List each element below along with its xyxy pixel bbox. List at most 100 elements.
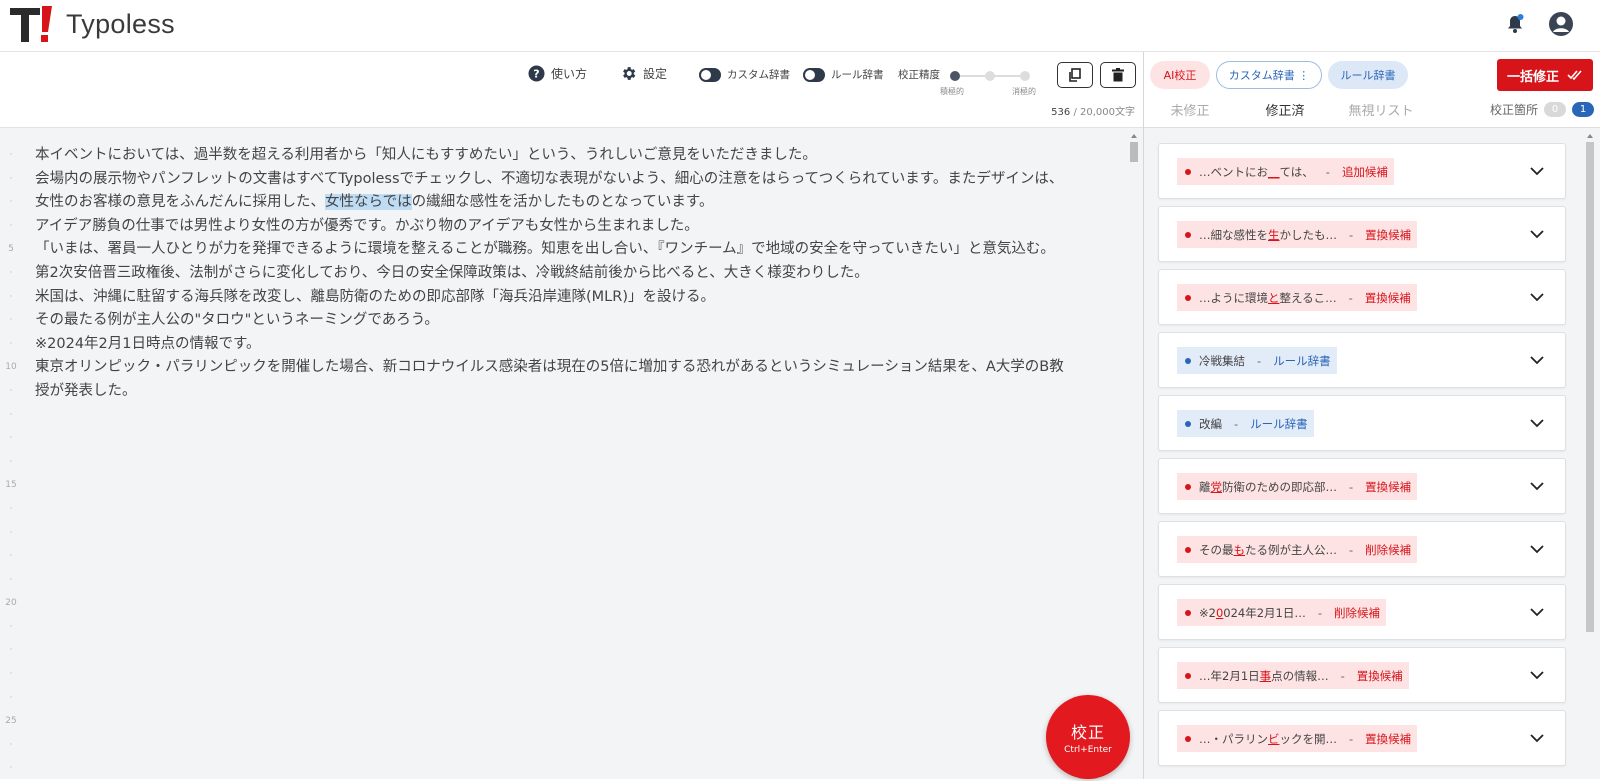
rule-dict-toggle[interactable]: ルール辞書 (803, 67, 884, 82)
line-number: · (9, 503, 13, 514)
context-text: 冷戦集結 (1199, 353, 1245, 368)
chevron-down-icon[interactable] (1529, 226, 1545, 242)
tab-label: 無視リスト (1348, 104, 1414, 119)
chevron-down-icon[interactable] (1529, 730, 1545, 746)
proofread-button[interactable]: 校正 Ctrl+Enter (1046, 695, 1130, 779)
status-dot (1185, 546, 1191, 553)
app-logo[interactable]: Typoless (8, 4, 175, 44)
accuracy-text: 校正精度 (898, 69, 940, 81)
fix-all-button[interactable]: 一括修正 (1497, 59, 1593, 91)
text-line[interactable]: 米国は、沖縄に駐留する海兵隊を改変し、離島防衛のための即応部隊「海兵沿岸連隊(M… (35, 286, 1115, 310)
scroll-thumb[interactable] (1586, 142, 1594, 632)
rule-dict-filter[interactable]: ルール辞書 (1328, 61, 1408, 89)
help-button[interactable]: ? 使い方 (528, 65, 587, 82)
scroll-up-arrow[interactable] (1131, 134, 1137, 138)
separator: - (1349, 731, 1354, 746)
ai-check-filter[interactable]: AI校正 (1150, 61, 1210, 89)
toggle-switch[interactable] (803, 67, 825, 82)
delete-button[interactable] (1100, 62, 1136, 88)
separator: - (1348, 290, 1353, 305)
tab-fixed[interactable]: 修正済 (1238, 100, 1332, 129)
chevron-down-icon[interactable] (1529, 541, 1545, 557)
suggestion-chip: …年2月1日事点の情報… - 置換候補 (1177, 662, 1409, 689)
chevron-down-icon[interactable] (1529, 478, 1545, 494)
text-line[interactable]: 東京オリンピック・パラリンピックを開催した場合、新コロナウイルス感染者は現在の5… (35, 356, 1115, 380)
line-number: 5 (8, 244, 14, 255)
chevron-down-icon[interactable] (1529, 163, 1545, 179)
copy-button[interactable] (1057, 62, 1093, 88)
line-number: · (9, 220, 13, 231)
suggestion-card[interactable]: …細な感性を生かしたも… - 置換候補 (1158, 206, 1566, 262)
chevron-down-icon[interactable] (1529, 415, 1545, 431)
tab-ignore-list[interactable]: 無視リスト (1346, 100, 1416, 129)
context-text: かしたも… (1279, 227, 1338, 242)
suggestion-card[interactable]: …ベントにお __ ては、 - 追加候補 (1158, 143, 1566, 199)
text-line[interactable]: ※2024年2月1日時点の情報です。 (35, 333, 1115, 357)
suggestion-type: 置換候補 (1364, 290, 1411, 305)
accuracy-slider[interactable]: 積極的 消極的 (940, 69, 1036, 99)
suggestion-card[interactable]: 改編 - ルール辞書 (1158, 395, 1566, 451)
slider-low-label: 積極的 (940, 87, 964, 96)
text-line[interactable]: その最たる例が主人公の"タロウ"というネーミングであろう。 (35, 309, 1115, 333)
line-number: · (9, 173, 13, 184)
marked-text: ビ (1268, 731, 1280, 746)
chevron-down-icon[interactable] (1529, 604, 1545, 620)
separator: - (1349, 479, 1354, 494)
custom-dict-toggle[interactable]: カスタム辞書 (699, 67, 790, 82)
editor-scrollbar[interactable] (1128, 134, 1140, 779)
separator: - (1349, 227, 1354, 242)
chevron-down-icon[interactable] (1529, 352, 1545, 368)
list-scrollbar[interactable] (1584, 134, 1596, 779)
line-number: · (9, 645, 13, 656)
context-text: たる例が主人公… (1245, 542, 1337, 557)
suggestion-card[interactable]: 冷戦集結 - ルール辞書 (1158, 332, 1566, 388)
slider-handle[interactable] (950, 71, 960, 81)
user-avatar-icon[interactable] (1548, 11, 1574, 37)
text-line[interactable]: 第2次安倍晋三政権後、法制がさらに変化しており、今日の安全保障政策は、冷戦終結前… (35, 262, 1115, 286)
text-line[interactable]: アイデア勝負の仕事では男性より女性の方が優秀です。かぶり物のアイデアも女性から生… (35, 215, 1115, 239)
fix-all-label: 一括修正 (1506, 69, 1559, 85)
status-dot (1185, 609, 1191, 616)
suggestion-card[interactable]: …・パラリンビックを開… - 置換候補 (1158, 710, 1566, 766)
text-line[interactable]: 授が発表した。 (35, 380, 1115, 404)
settings-button[interactable]: 設定 (620, 65, 667, 82)
line-number: · (9, 739, 13, 750)
line-number: · (9, 409, 13, 420)
text-line[interactable]: 女性のお客様の意見をふんだんに採用した、女性ならではの繊細な感性を活かしたものと… (35, 191, 1115, 215)
rule-dict-filter-label: ルール辞書 (1340, 69, 1396, 82)
suggestion-card[interactable]: 離党防衛のための即応部… - 置換候補 (1158, 458, 1566, 514)
chevron-down-icon[interactable] (1529, 667, 1545, 683)
suggestion-type: 置換候補 (1365, 731, 1412, 746)
text-line[interactable]: 会場内の展示物やパンフレットの文書はすべてTypolessでチェックし、不適切な… (35, 168, 1115, 192)
suggestion-card[interactable]: ※2 0 024年2月1日… - 削除候補 (1158, 584, 1566, 640)
text-line[interactable]: 本イベントにおいては、過半数を超える利用者から「知人にもすすめたい」という、うれ… (35, 144, 1115, 168)
svg-text:?: ? (533, 68, 539, 81)
scroll-up-arrow[interactable] (1587, 134, 1593, 138)
highlighted-text[interactable]: 女性ならでは (325, 194, 412, 211)
suggestion-card[interactable]: その最もたる例が主人公… - 削除候補 (1158, 521, 1566, 577)
line-number: · (9, 527, 13, 538)
slider-stop[interactable] (1020, 71, 1030, 81)
text-segment: その最たる例が主人公の"タロウ"というネーミングであろう。 (35, 312, 439, 329)
line-number: 15 (5, 480, 17, 491)
custom-dict-filter[interactable]: カスタム辞書 ⋮ (1216, 61, 1322, 89)
suggestion-card[interactable]: …ように環境と整えるこ… - 置換候補 (1158, 269, 1566, 325)
text-line[interactable]: 「いまは、署員一人ひとりが力を発揮できるように環境を整えることが職務。知恵を出し… (35, 238, 1115, 262)
line-number-gutter: · · · · 5 · · · · 10 · · · · 15 · · · · 20 · · · · 25 · · (0, 144, 22, 781)
editor-lines[interactable]: 本イベントにおいては、過半数を超える利用者から「知人にもすすめたい」という、うれ… (35, 144, 1115, 404)
suggestion-card[interactable]: …年2月1日事点の情報… - 置換候補 (1158, 647, 1566, 703)
toggle-switch[interactable] (699, 67, 721, 82)
tab-unfixed[interactable]: 未修正 (1160, 100, 1220, 129)
status-dot (1185, 357, 1191, 364)
notification-bell-icon[interactable] (1503, 12, 1527, 36)
separator: - (1257, 353, 1262, 368)
tab-label: 修正済 (1265, 104, 1305, 119)
text-editor[interactable]: · · · · 5 · · · · 10 · · · · 15 · · · · 20 · · · · 25 · · 本イベントにおい… (0, 128, 1143, 779)
suggestion-type: 置換候補 (1365, 227, 1412, 242)
context-text: …ベントにお (1199, 164, 1268, 179)
char-limit: / 20,000文字 (1073, 107, 1135, 118)
slider-stop[interactable] (985, 71, 995, 81)
scroll-thumb[interactable] (1130, 142, 1138, 162)
marked-text: も (1233, 542, 1246, 557)
chevron-down-icon[interactable] (1529, 289, 1545, 305)
